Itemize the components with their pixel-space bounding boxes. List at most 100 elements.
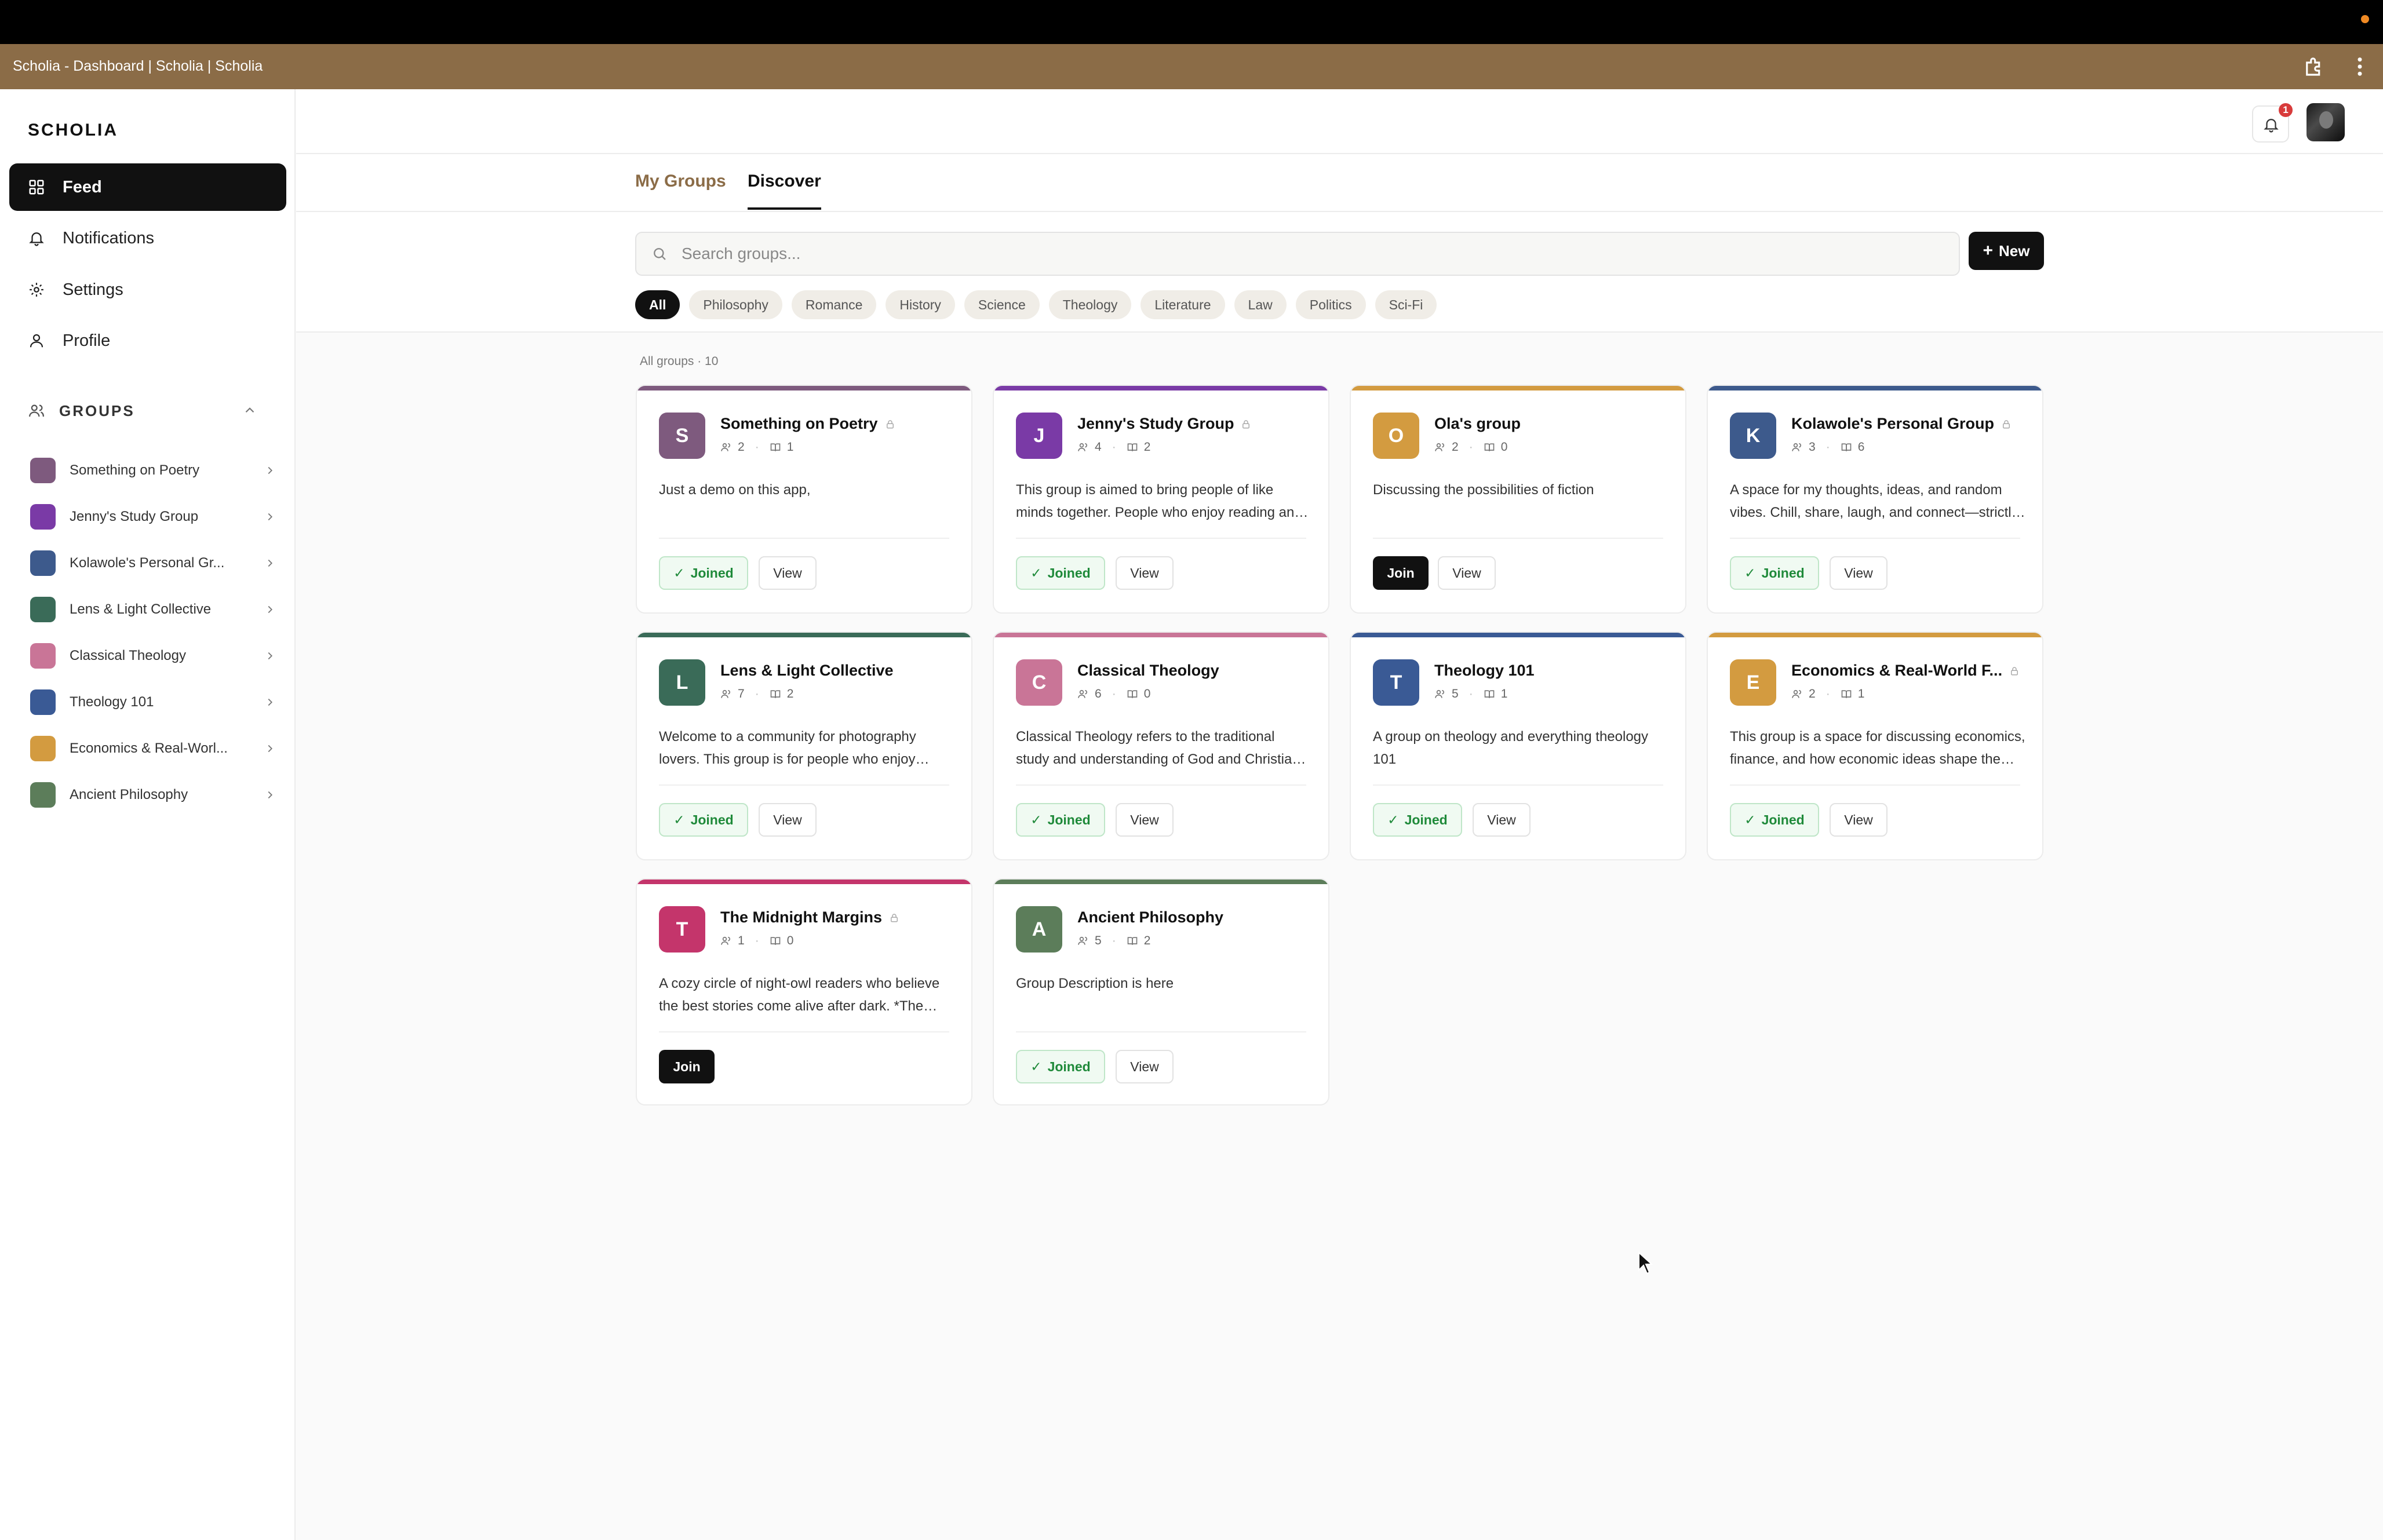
new-group-button[interactable]: + New [1969,232,2044,270]
group-name[interactable]: The Midnight Margins [720,908,899,926]
group-card[interactable]: L Lens & Light Collective 7 · 2 Welcome to a … [636,632,972,860]
stats-separator: · [1469,440,1473,454]
joined-label: Joined [690,565,734,581]
group-card[interactable]: K Kolawole's Personal Group 3 · 6 A space for… [1707,385,2043,614]
group-stats: 2 · 0 [1434,440,1507,454]
view-button[interactable]: View [1116,803,1174,837]
sidebar-group-item[interactable]: Jenny's Study Group [30,499,276,534]
sidebar-group-item[interactable]: Kolawole's Personal Gr... [30,546,276,581]
view-button[interactable]: View [1116,1050,1174,1083]
sidebar: SCHOLIA Feed Notifications Settings Profile… [0,89,296,1540]
sidebar-group-item[interactable]: Ancient Philosophy [30,778,276,812]
view-button[interactable]: View [759,803,817,837]
joined-button[interactable]: ✓ Joined [1730,803,1819,837]
group-name[interactable]: Something on Poetry [720,415,895,433]
group-name[interactable]: Kolawole's Personal Group [1791,415,2012,433]
sidebar-group-item[interactable]: Theology 101 [30,685,276,720]
sidebar-group-item[interactable]: Something on Poetry [30,453,276,488]
group-name[interactable]: Jenny's Study Group [1077,415,1251,433]
group-card[interactable]: T The Midnight Margins 1 · 0 A cozy circle of… [636,878,972,1105]
filter-chip-law[interactable]: Law [1234,290,1287,319]
posts-icon [1127,443,1138,451]
group-avatar: L [659,659,705,706]
search-icon [654,248,666,260]
group-name[interactable]: Ola's group [1434,415,1521,433]
extension-icon[interactable] [2302,54,2326,79]
group-name[interactable]: Classical Theology [1077,662,1219,680]
group-stats: 7 · 2 [720,687,793,701]
group-card[interactable]: A Ancient Philosophy 5 · 2 Group Description … [993,878,1329,1105]
card-divider [659,784,949,786]
view-button[interactable]: View [1473,803,1531,837]
view-button[interactable]: View [1830,803,1888,837]
member-count: 6 [1095,687,1102,700]
filter-chip-history[interactable]: History [886,290,955,319]
view-button[interactable]: View [1438,556,1496,590]
post-count: 2 [1143,440,1151,454]
sidebar-group-label: Kolawole's Personal Gr... [70,555,225,571]
sidebar-group-label: Economics & Real-Worl... [70,740,228,756]
group-card[interactable]: O Ola's group 2 · 0 Discussing the possibilit… [1350,385,1686,614]
lock-icon [886,419,894,428]
member-count: 2 [1809,687,1816,700]
filter-chip-philosophy[interactable]: Philosophy [689,290,782,319]
filter-chip-theology[interactable]: Theology [1048,290,1132,319]
group-card[interactable]: S Something on Poetry 2 · 1 Just a demo on th… [636,385,972,614]
grid-icon [29,180,44,195]
group-name[interactable]: Ancient Philosophy [1077,908,1223,926]
nav-item-label: Feed [63,177,102,196]
user-avatar[interactable] [2307,103,2345,141]
filter-chip-literature[interactable]: Literature [1141,290,1225,319]
search-input[interactable] [682,244,1899,263]
joined-button[interactable]: ✓ Joined [1016,803,1105,837]
joined-button[interactable]: ✓ Joined [659,803,748,837]
group-card[interactable]: E Economics & Real-World F... 2 · 1 This grou… [1707,632,2043,860]
group-description: Group Description is here [1016,976,1174,991]
sidebar-group-item[interactable]: Lens & Light Collective [30,592,276,627]
check-icon: ✓ [1387,812,1399,827]
filter-chip-politics[interactable]: Politics [1295,290,1366,319]
group-name-text: Ola's group [1434,415,1521,432]
join-button[interactable]: Join [659,1050,715,1083]
group-name[interactable]: Theology 101 [1434,662,1535,680]
view-button[interactable]: View [1830,556,1888,590]
nav-item-settings[interactable]: Settings [9,266,286,313]
view-button[interactable]: View [1116,556,1174,590]
chevron-right-icon [268,652,273,660]
groups-section-toggle[interactable]: GROUPS [28,399,271,422]
groups-heading: GROUPS [59,402,135,419]
joined-button[interactable]: ✓ Joined [1016,1050,1105,1083]
tab-my-groups[interactable]: My Groups [635,171,726,210]
group-stats: 3 · 6 [1791,440,1864,454]
nav-item-notifications[interactable]: Notifications [9,214,286,262]
joined-button[interactable]: ✓ Joined [659,556,748,590]
filter-chip-all[interactable]: All [635,290,680,319]
group-name[interactable]: Economics & Real-World F... [1791,662,2020,680]
joined-button[interactable]: ✓ Joined [1730,556,1819,590]
more-menu-icon[interactable] [2354,54,2366,79]
notifications-button[interactable]: 1 [2252,103,2293,143]
stats-separator: · [755,934,759,947]
nav-item-profile[interactable]: Profile [9,317,286,364]
filter-chip-sci-fi[interactable]: Sci-Fi [1375,290,1437,319]
check-icon: ✓ [1030,812,1042,827]
group-card[interactable]: C Classical Theology 6 · 0 Classical Theology… [993,632,1329,860]
group-name-text: Lens & Light Collective [720,662,894,679]
view-button[interactable]: View [759,556,817,590]
joined-button[interactable]: ✓ Joined [1016,556,1105,590]
group-name[interactable]: Lens & Light Collective [720,662,894,680]
join-button[interactable]: Join [1373,556,1429,590]
post-count: 1 [1500,687,1508,700]
filter-chip-romance[interactable]: Romance [791,290,877,319]
sidebar-group-item[interactable]: Economics & Real-Worl... [30,731,276,766]
sidebar-group-item[interactable]: Classical Theology [30,638,276,673]
nav-item-feed[interactable]: Feed [9,163,286,211]
group-card[interactable]: T Theology 101 5 · 1 A group on theology and … [1350,632,1686,860]
search-box[interactable] [635,232,1960,276]
group-stats: 2 · 1 [1791,687,1864,701]
filter-chip-science[interactable]: Science [964,290,1040,319]
joined-button[interactable]: ✓ Joined [1373,803,1462,837]
card-accent-bar [994,633,1328,637]
group-card[interactable]: J Jenny's Study Group 4 · 2 This group is aim… [993,385,1329,614]
tab-discover[interactable]: Discover [748,171,821,210]
